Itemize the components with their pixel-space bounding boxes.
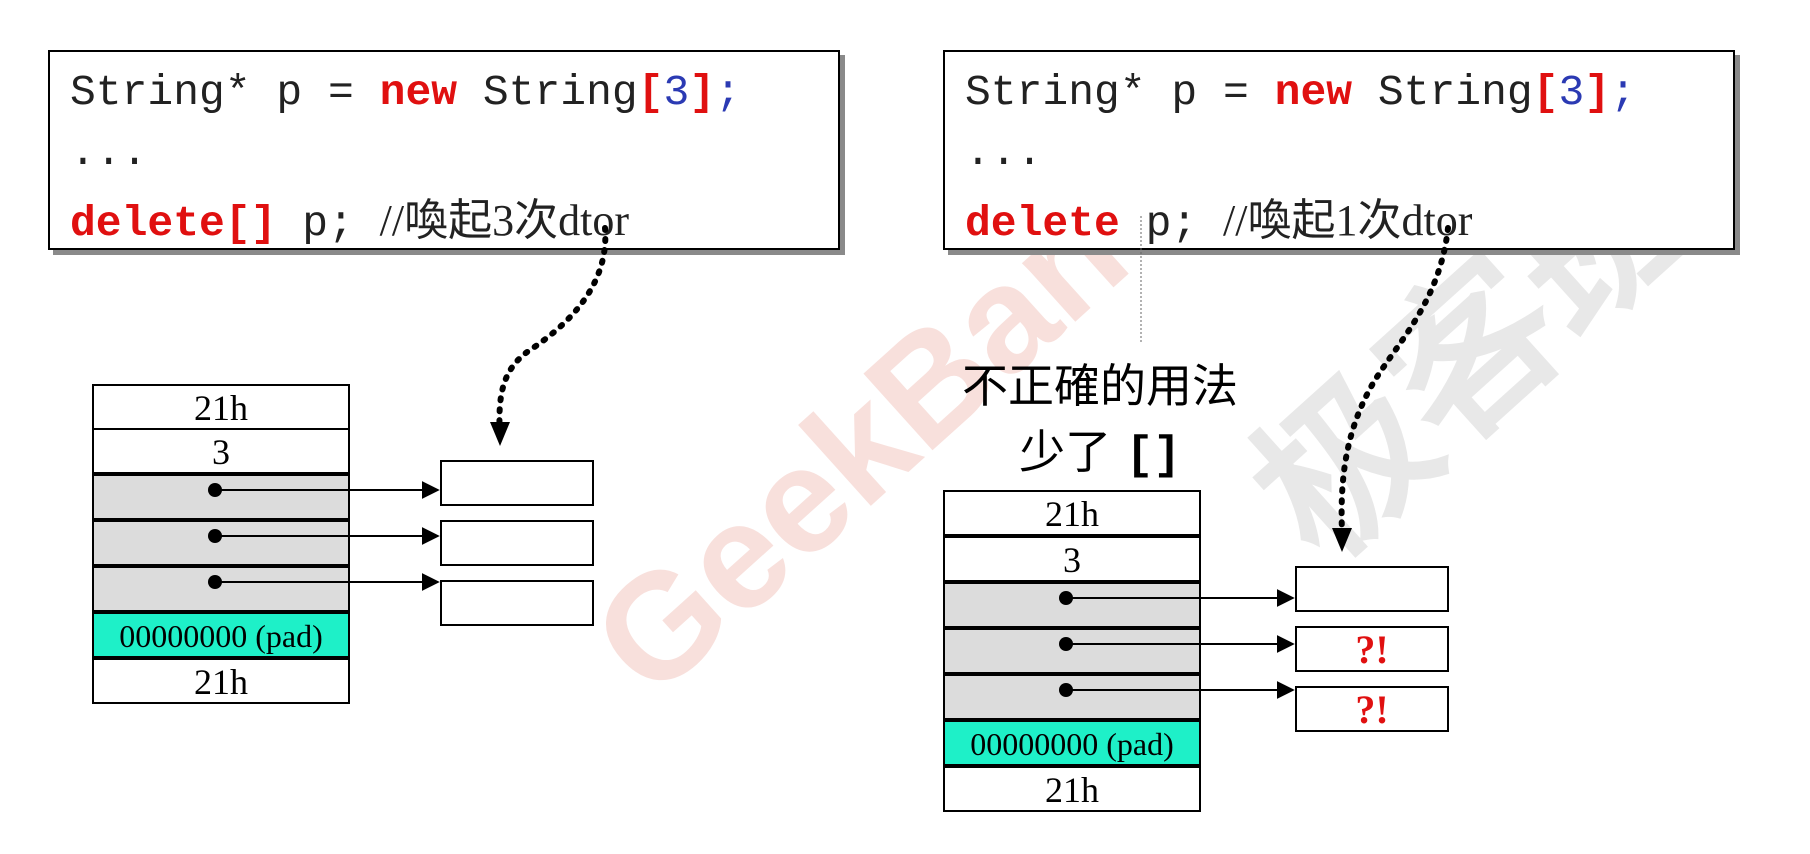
dtor-arrowhead xyxy=(1332,528,1352,552)
arrow-overlay xyxy=(215,216,1451,699)
dtor-call-arrow xyxy=(1338,225,1451,535)
dtor-call-arrow xyxy=(496,225,609,441)
dtor-arrowhead xyxy=(490,422,510,446)
